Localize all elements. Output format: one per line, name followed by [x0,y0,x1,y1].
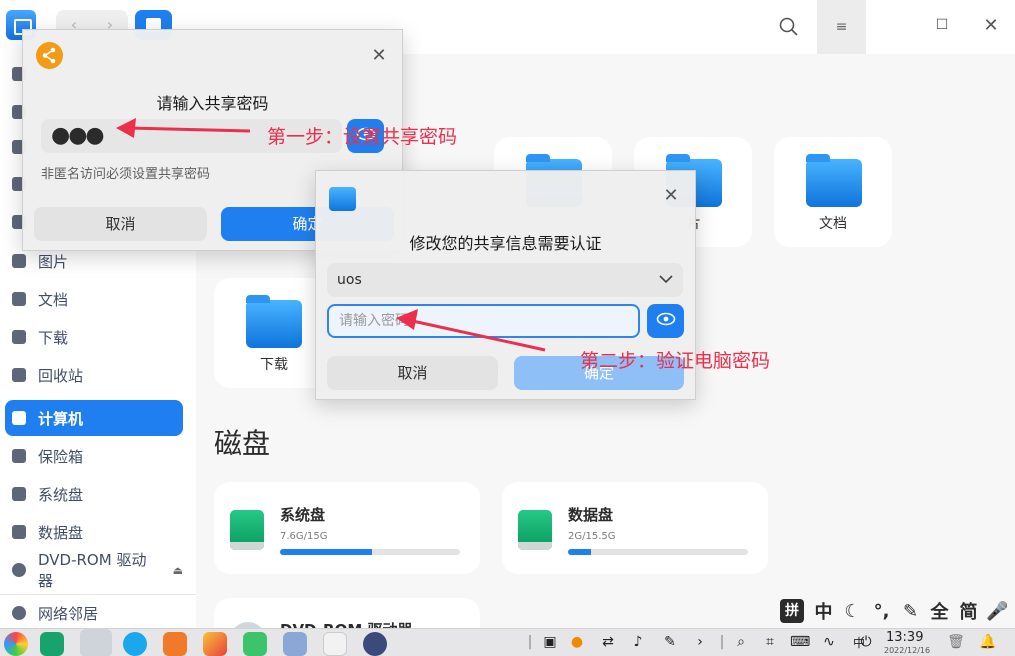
annotation-arrows [116,118,546,352]
calendar-icon[interactable] [323,632,347,656]
step1-arrow [116,118,251,138]
tray-search-icon[interactable]: ⌕ [731,634,751,650]
tray-pen-icon[interactable]: ✎ [660,634,680,650]
browser-icon[interactable] [123,632,147,656]
ime-simplified-button[interactable]: 简 [954,598,983,624]
notification-bell-icon[interactable]: 🔔 [978,634,998,650]
ime-microphone-icon[interactable]: 🎤 [983,601,1012,622]
tray-sync-icon[interactable]: ⇄ [598,634,618,650]
file-manager-taskbar-icon[interactable] [80,629,112,656]
step2-annotation: 第二步：验证电脑密码 [580,350,771,372]
tray-volume-icon[interactable]: ♪ [628,634,648,650]
music-icon[interactable] [243,632,267,656]
tray-app-icon[interactable]: ▣ [540,634,560,650]
tray-separator: | [719,634,725,650]
document-viewer-icon[interactable] [283,632,307,656]
ime-moon-icon[interactable]: ☾ [838,601,867,622]
ime-pinyin-button[interactable]: 拼 [780,599,804,623]
ime-toolbar: 拼 中 ☾ °, ✎ 全 简 🎤 [780,597,1015,625]
ime-pen-icon[interactable]: ✎ [896,601,925,622]
step2-arrow [396,309,546,352]
multitask-view-icon[interactable] [40,632,64,656]
image-viewer-icon[interactable] [203,632,227,656]
tray-update-icon[interactable]: ● [567,634,587,650]
tray-screenshot-icon[interactable]: ⌗ [760,634,780,650]
trash-icon[interactable]: 🗑 [946,634,966,650]
taskbar: | ▣ ● ⇄ ♪ ✎ › | ⌕ ⌗ ⌨ ∿ 中 ⏻ 13:39 2022/1… [0,628,1015,656]
app-store-icon[interactable] [163,632,187,656]
ime-fullwidth-button[interactable]: 全 [925,598,954,624]
ime-chinese-mode-button[interactable]: 中 [809,598,838,624]
settings-icon[interactable] [363,632,387,656]
power-icon[interactable]: ⏻ [856,634,876,650]
tray-audio-wave-icon[interactable]: ∿ [819,634,839,650]
step1-annotation: 第一步：设置共享密码 [267,126,458,148]
clock-date[interactable]: 2022/12/16 [884,646,930,655]
tray-separator: | [527,634,533,650]
ime-punctuation-button[interactable]: °, [867,601,896,622]
launcher-icon[interactable] [4,632,28,656]
clock-time[interactable]: 13:39 [886,630,923,645]
tray-expand-icon[interactable]: › [690,634,710,650]
tray-keyboard-icon[interactable]: ⌨ [790,634,810,650]
